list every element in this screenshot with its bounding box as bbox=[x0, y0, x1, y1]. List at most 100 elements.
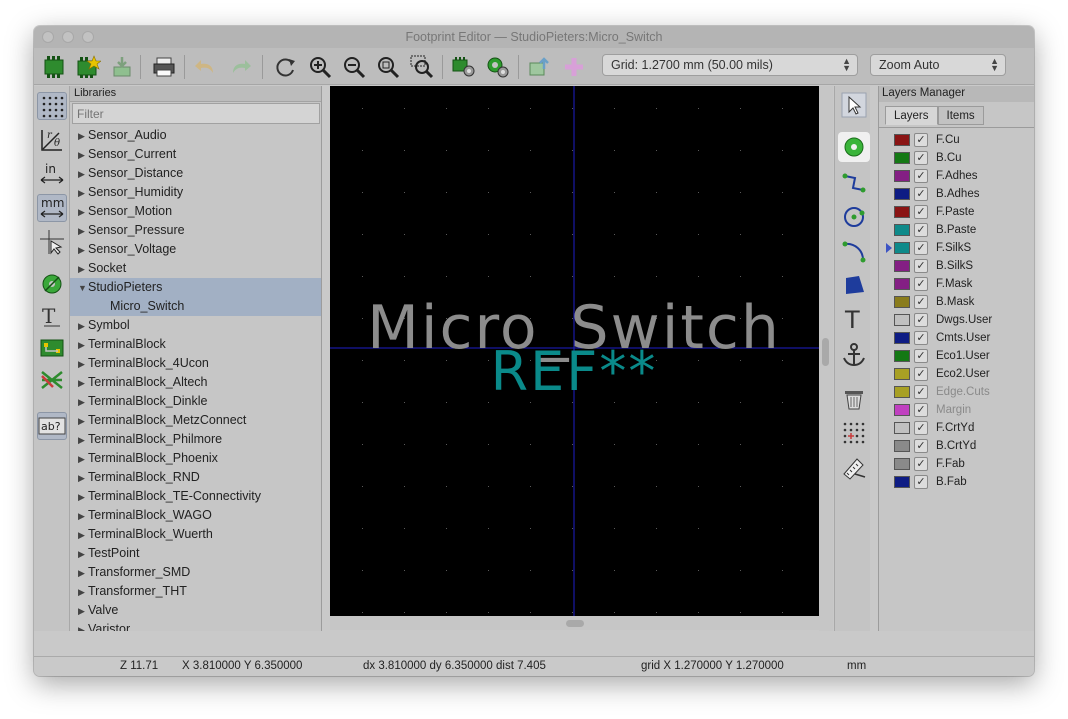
text-tool-icon[interactable]: T bbox=[838, 304, 870, 334]
library-item[interactable]: ▶ TerminalBlock_Altech bbox=[70, 373, 321, 393]
polar-coords-icon[interactable]: rθ bbox=[37, 126, 67, 154]
layer-visibility-checkbox[interactable]: ✓ bbox=[914, 403, 928, 417]
library-item[interactable]: ▶ TerminalBlock_4Ucon bbox=[70, 354, 321, 373]
layer-color-swatch[interactable] bbox=[894, 296, 910, 308]
layer-color-swatch[interactable] bbox=[894, 404, 910, 416]
layer-visibility-checkbox[interactable]: ✓ bbox=[914, 277, 928, 291]
layer-color-swatch[interactable] bbox=[894, 188, 910, 200]
collapsed-triangle-icon[interactable]: ▶ bbox=[78, 545, 88, 564]
cursor-crosshair-icon[interactable] bbox=[37, 228, 67, 256]
inch-units-icon[interactable]: in bbox=[37, 160, 67, 188]
layer-row[interactable]: ✓ F.SilkS bbox=[879, 239, 1034, 257]
layer-row[interactable]: ✓ Dwgs.User bbox=[879, 311, 1034, 329]
zoom-selection-icon[interactable] bbox=[408, 53, 436, 81]
ab-text-icon[interactable]: ab? bbox=[37, 412, 67, 440]
footprint-settings-icon[interactable] bbox=[484, 53, 512, 81]
library-item[interactable]: ▶ Sensor_Distance bbox=[70, 164, 321, 184]
collapsed-triangle-icon[interactable]: ▶ bbox=[78, 564, 88, 583]
library-item[interactable]: ▶ TerminalBlock_Dinkle bbox=[70, 392, 321, 412]
library-item[interactable]: Micro_Switch bbox=[70, 297, 321, 316]
layer-row[interactable]: ✓ B.Adhes bbox=[879, 185, 1034, 203]
collapsed-triangle-icon[interactable]: ▶ bbox=[78, 336, 88, 355]
library-item[interactable]: ▶ TestPoint bbox=[70, 544, 321, 564]
grid-select[interactable]: Grid: 1.2700 mm (50.00 mils) ▲ ▼ bbox=[602, 54, 858, 76]
library-item[interactable]: ▶ Varistor bbox=[70, 620, 321, 631]
layer-visibility-checkbox[interactable]: ✓ bbox=[914, 241, 928, 255]
library-item[interactable]: ▶ TerminalBlock_MetzConnect bbox=[70, 411, 321, 431]
horizontal-scrollbar[interactable] bbox=[330, 616, 819, 630]
layer-color-swatch[interactable] bbox=[894, 224, 910, 236]
collapsed-triangle-icon[interactable]: ▶ bbox=[78, 526, 88, 545]
library-item[interactable]: ▶ Sensor_Humidity bbox=[70, 183, 321, 202]
library-item[interactable]: ▶ Sensor_Current bbox=[70, 145, 321, 165]
layer-visibility-checkbox[interactable]: ✓ bbox=[914, 439, 928, 453]
import-icon[interactable] bbox=[108, 53, 136, 81]
layer-visibility-checkbox[interactable]: ✓ bbox=[914, 475, 928, 489]
layer-color-swatch[interactable] bbox=[894, 368, 910, 380]
collapsed-triangle-icon[interactable]: ▶ bbox=[78, 431, 88, 450]
layer-row[interactable]: ✓ Eco2.User bbox=[879, 365, 1034, 383]
layer-row[interactable]: ✓ Cmts.User bbox=[879, 329, 1034, 347]
add-pad-icon[interactable] bbox=[838, 132, 870, 162]
library-item[interactable]: ▶ Transformer_THT bbox=[70, 582, 321, 602]
layer-color-swatch[interactable] bbox=[894, 134, 910, 146]
collapsed-triangle-icon[interactable]: ▶ bbox=[78, 583, 88, 602]
tab-items[interactable]: Items bbox=[937, 106, 984, 125]
arc-icon[interactable] bbox=[838, 236, 870, 266]
layer-row[interactable]: ✓ B.Mask bbox=[879, 293, 1034, 311]
footprint-canvas[interactable]: Micro_Switch REF** bbox=[330, 86, 819, 616]
library-item[interactable]: ▶ Valve bbox=[70, 601, 321, 620]
collapsed-triangle-icon[interactable]: ▶ bbox=[78, 317, 88, 336]
layer-color-swatch[interactable] bbox=[894, 422, 910, 434]
collapsed-triangle-icon[interactable]: ▶ bbox=[78, 165, 88, 184]
grid-dots-icon[interactable] bbox=[37, 92, 67, 120]
library-star-icon[interactable] bbox=[74, 53, 102, 81]
ratsnest-icon[interactable] bbox=[37, 366, 67, 394]
collapsed-triangle-icon[interactable]: ▶ bbox=[78, 374, 88, 393]
layer-row[interactable]: ✓ Edge.Cuts bbox=[879, 383, 1034, 401]
layer-row[interactable]: ✓ B.Fab bbox=[879, 473, 1034, 491]
layer-row[interactable]: ✓ Eco1.User bbox=[879, 347, 1034, 365]
layer-row[interactable]: ✓ F.Adhes bbox=[879, 167, 1034, 185]
library-item[interactable]: ▶ Socket bbox=[70, 259, 321, 279]
library-item[interactable]: ▶ TerminalBlock_Wuerth bbox=[70, 525, 321, 545]
tab-layers[interactable]: Layers bbox=[885, 106, 938, 125]
layer-row[interactable]: ✓ F.Cu bbox=[879, 131, 1034, 149]
layer-visibility-checkbox[interactable]: ✓ bbox=[914, 187, 928, 201]
collapsed-triangle-icon[interactable]: ▶ bbox=[78, 260, 88, 279]
collapsed-triangle-icon[interactable]: ▶ bbox=[78, 469, 88, 488]
layer-row[interactable]: ✓ F.Mask bbox=[879, 275, 1034, 293]
collapsed-triangle-icon[interactable]: ▶ bbox=[78, 412, 88, 431]
layer-color-swatch[interactable] bbox=[894, 260, 910, 272]
layer-visibility-checkbox[interactable]: ✓ bbox=[914, 313, 928, 327]
layer-color-swatch[interactable] bbox=[894, 242, 910, 254]
measure-icon[interactable] bbox=[838, 452, 870, 482]
library-item[interactable]: ▶ Sensor_Motion bbox=[70, 202, 321, 222]
zoom-fit-icon[interactable] bbox=[374, 53, 402, 81]
library-item[interactable]: ▼StudioPieters bbox=[70, 278, 321, 297]
text-icon[interactable]: T bbox=[37, 302, 67, 330]
canvas-drawing[interactable]: Micro_Switch REF** bbox=[330, 86, 819, 616]
collapsed-triangle-icon[interactable]: ▶ bbox=[78, 203, 88, 222]
zoom-out-icon[interactable] bbox=[340, 53, 368, 81]
library-item[interactable]: ▶ TerminalBlock bbox=[70, 335, 321, 355]
layer-visibility-checkbox[interactable]: ✓ bbox=[914, 259, 928, 273]
library-item[interactable]: ▶ Symbol bbox=[70, 316, 321, 336]
layer-visibility-checkbox[interactable]: ✓ bbox=[914, 421, 928, 435]
zoom-window-button[interactable] bbox=[82, 31, 94, 43]
collapsed-triangle-icon[interactable]: ▶ bbox=[78, 241, 88, 260]
pad-icon[interactable] bbox=[37, 270, 67, 298]
library-item[interactable]: ▶ TerminalBlock_TE-Connectivity bbox=[70, 487, 321, 506]
layer-color-swatch[interactable] bbox=[894, 440, 910, 452]
library-item[interactable]: ▶ Transformer_SMD bbox=[70, 563, 321, 583]
collapsed-triangle-icon[interactable]: ▶ bbox=[78, 393, 88, 412]
collapsed-triangle-icon[interactable]: ▶ bbox=[78, 222, 88, 241]
select-arrow-icon[interactable] bbox=[838, 90, 870, 120]
close-window-button[interactable] bbox=[42, 31, 54, 43]
library-item[interactable]: ▶ Sensor_Pressure bbox=[70, 221, 321, 241]
print-icon[interactable] bbox=[150, 53, 178, 81]
collapsed-triangle-icon[interactable]: ▶ bbox=[78, 507, 88, 526]
layer-color-swatch[interactable] bbox=[894, 350, 910, 362]
collapsed-triangle-icon[interactable]: ▶ bbox=[78, 146, 88, 165]
library-item[interactable]: ▶ Sensor_Audio bbox=[70, 126, 321, 145]
